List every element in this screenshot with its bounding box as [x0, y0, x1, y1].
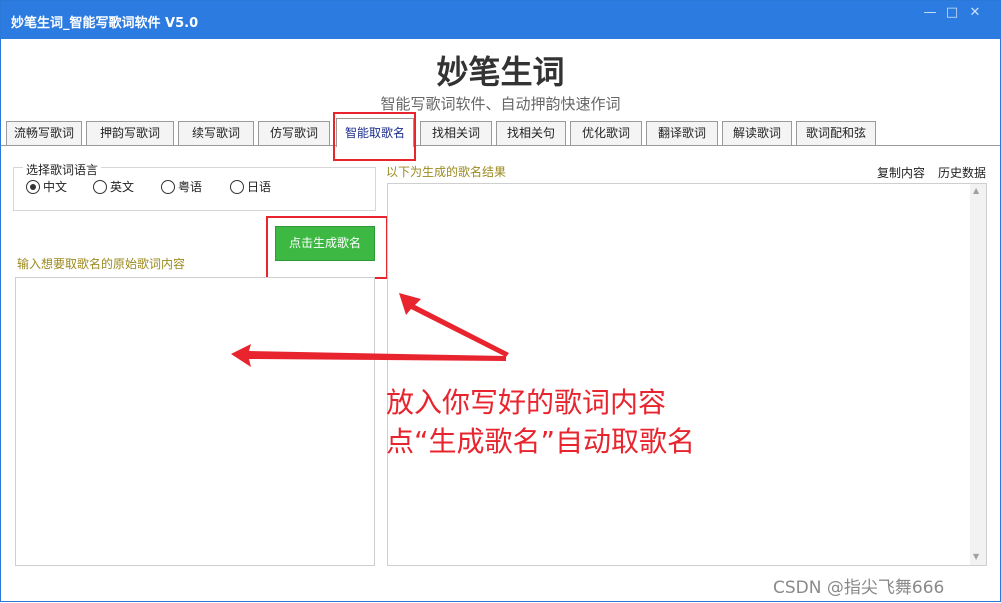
minimize-icon[interactable]: —	[919, 4, 941, 22]
csdn-watermark: CSDN @指尖飞舞666	[773, 578, 945, 598]
tab-translate-lyrics[interactable]: 翻译歌词	[646, 121, 718, 145]
result-output[interactable]	[387, 183, 987, 566]
app-subtitle: 智能写歌词软件、自动押韵快速作词	[380, 95, 621, 113]
radio-circle	[93, 180, 107, 194]
radio-circle	[26, 180, 40, 194]
result-label: 以下为生成的歌名结果	[386, 165, 507, 179]
input-label: 输入想要取歌名的原始歌词内容	[17, 257, 186, 271]
radio-japanese[interactable]: 日语	[230, 180, 276, 196]
tab-related-words[interactable]: 找相关词	[420, 121, 492, 145]
language-legend: 选择歌词语言	[23, 161, 102, 178]
tab-rhyme-lyrics[interactable]: 押韵写歌词	[86, 121, 174, 145]
scroll-down-icon[interactable]: ▼	[973, 552, 979, 561]
tab-interpret-lyrics[interactable]: 解读歌词	[722, 121, 792, 145]
button-highlight-box	[266, 216, 388, 279]
radio-english[interactable]: 英文	[93, 180, 139, 196]
lyrics-input[interactable]	[15, 277, 375, 566]
radio-circle	[230, 180, 244, 194]
title-bar[interactable]: 妙笔生词_智能写歌词软件 V5.0 — □ ✕	[1, 1, 1000, 39]
tab-continue-lyrics[interactable]: 续写歌词	[178, 121, 254, 145]
tab-related-sentences[interactable]: 找相关句	[496, 121, 566, 145]
scroll-up-icon[interactable]: ▲	[973, 186, 979, 195]
history-data-link[interactable]: 历史数据	[938, 164, 986, 181]
tab-lyrics-chords[interactable]: 歌词配和弦	[796, 121, 876, 145]
annotation-line-1: 放入你写好的歌词内容	[386, 386, 667, 419]
close-icon[interactable]: ✕	[964, 4, 986, 22]
radio-selected-dot	[30, 184, 36, 190]
annotation-line-2: 点“生成歌名”自动取歌名	[386, 425, 696, 458]
radio-cantonese[interactable]: 粤语	[161, 180, 207, 196]
radio-label: 英文	[110, 180, 135, 194]
radio-circle	[161, 180, 175, 194]
app-name: 妙笔生词	[436, 53, 565, 91]
radio-chinese[interactable]: 中文	[26, 180, 72, 196]
radio-label: 日语	[247, 180, 272, 194]
result-scrollbar[interactable]	[970, 184, 986, 565]
tab-divider	[1, 145, 1000, 146]
radio-label: 粤语	[178, 180, 203, 194]
copy-content-link[interactable]: 复制内容	[877, 164, 925, 181]
tab-highlight-box	[333, 112, 416, 161]
tab-fluent-lyrics[interactable]: 流畅写歌词	[6, 121, 82, 145]
maximize-icon[interactable]: □	[941, 4, 963, 22]
app-window: 妙笔生词_智能写歌词软件 V5.0 — □ ✕ 妙笔生词 智能写歌词软件、自动押…	[0, 0, 1001, 602]
tab-optimize-lyrics[interactable]: 优化歌词	[570, 121, 642, 145]
tab-imitate-lyrics[interactable]: 仿写歌词	[258, 121, 330, 145]
radio-label: 中文	[43, 180, 68, 194]
window-title: 妙笔生词_智能写歌词软件 V5.0	[11, 16, 199, 31]
